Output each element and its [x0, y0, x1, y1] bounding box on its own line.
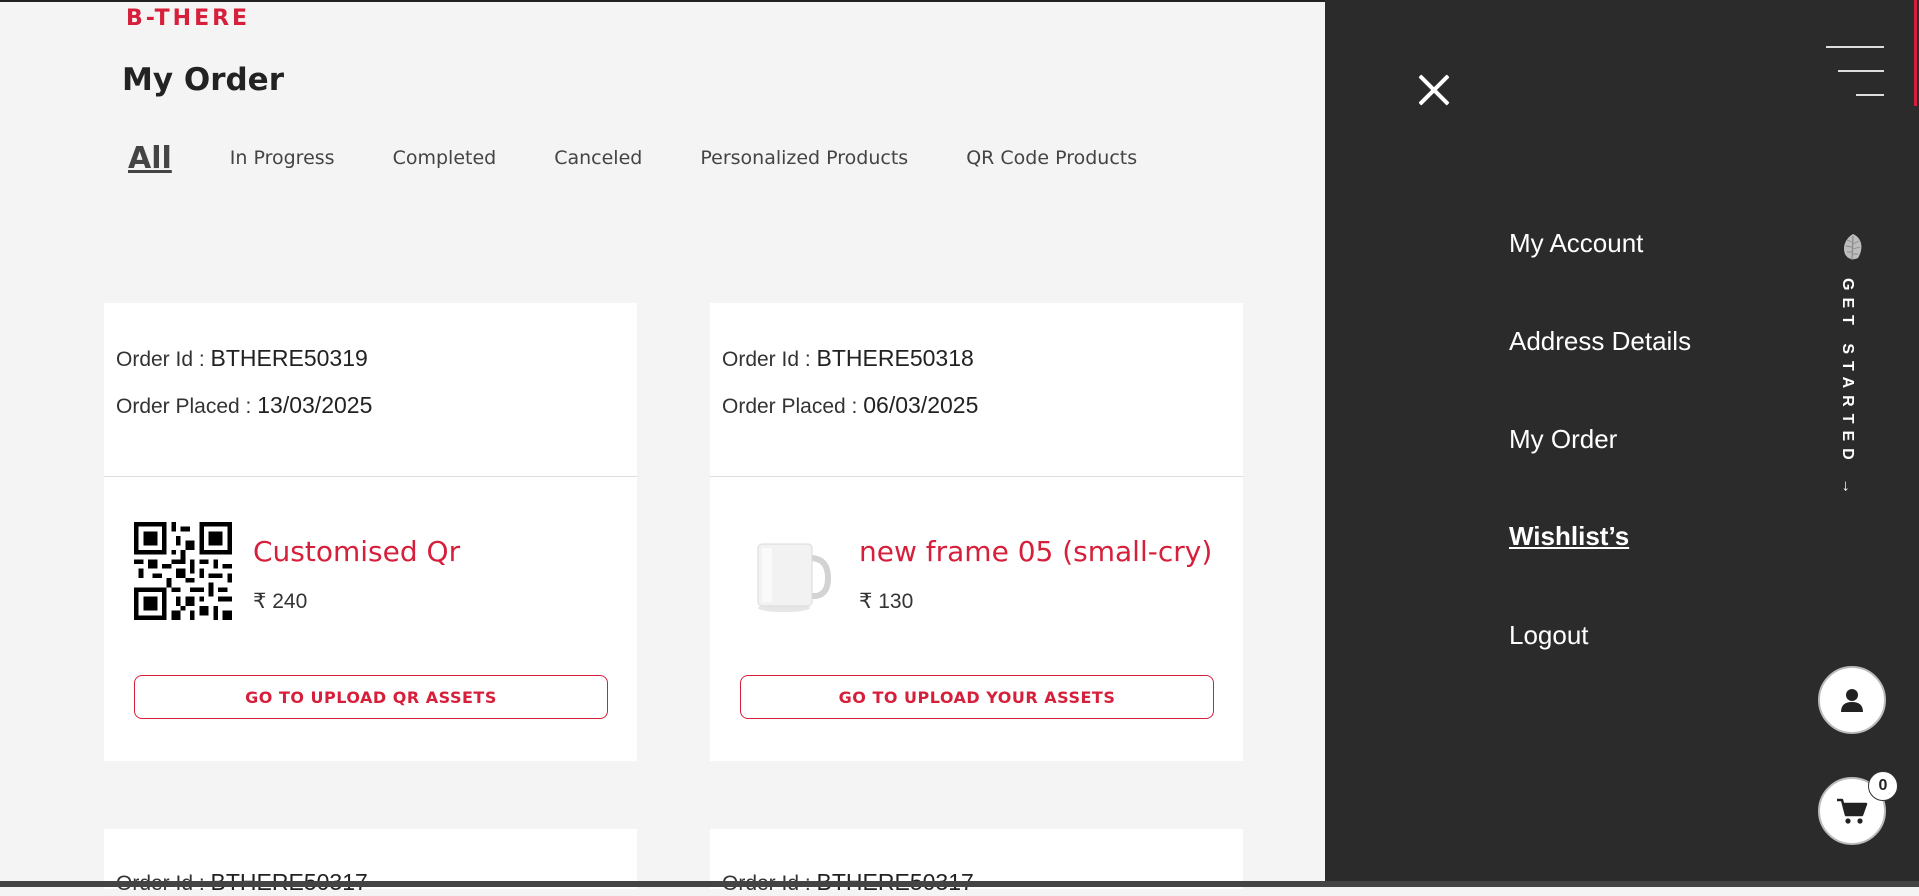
- product-price: ₹ 130: [859, 589, 913, 614]
- hamburger-menu-icon[interactable]: [1822, 44, 1884, 100]
- order-placed-date: 06/03/2025: [863, 392, 979, 418]
- order-id-value: BTHERE50319: [210, 345, 368, 371]
- side-menu-panel: [1325, 0, 1919, 887]
- page-title: My Order: [122, 62, 284, 98]
- menu-item-my-order[interactable]: My Order: [1509, 424, 1617, 455]
- profile-button[interactable]: [1818, 666, 1886, 734]
- order-id-value: BTHERE50318: [816, 345, 974, 371]
- currency-symbol: ₹: [253, 590, 267, 613]
- cart-count-badge: 0: [1868, 771, 1898, 801]
- close-icon[interactable]: [1412, 68, 1456, 112]
- order-card: Order Id : BTHERE50318 Order Placed : 06…: [710, 303, 1243, 761]
- order-filter-tabs: All In Progress Completed Canceled Perso…: [128, 138, 1195, 178]
- price-value: 240: [272, 590, 308, 613]
- tab-all[interactable]: All: [128, 141, 172, 176]
- order-card-body: new frame 05 (small-cry) ₹ 130 GO TO UPL…: [710, 477, 1243, 761]
- order-placed-label: Order Placed :: [722, 395, 858, 418]
- get-started-link[interactable]: GET STARTED →: [1838, 278, 1856, 501]
- tab-qr-code-products[interactable]: QR Code Products: [966, 147, 1137, 169]
- order-placed-line: Order Placed : 06/03/2025: [722, 392, 1243, 419]
- qr-code-thumbnail: [134, 522, 232, 620]
- order-card: Order Id : BTHERE50317: [710, 829, 1243, 895]
- bottom-border: [0, 881, 1919, 887]
- tab-completed[interactable]: Completed: [393, 147, 497, 169]
- order-placed-date: 13/03/2025: [257, 392, 373, 418]
- order-id-line: Order Id : BTHERE50319: [116, 345, 637, 372]
- mug-thumbnail: [740, 522, 838, 620]
- menu-item-address-details[interactable]: Address Details: [1509, 326, 1691, 357]
- product-name[interactable]: new frame 05 (small-cry): [859, 535, 1212, 568]
- order-id-line: Order Id : BTHERE50318: [722, 345, 1243, 372]
- user-icon: [1841, 689, 1863, 712]
- order-card-header: Order Id : BTHERE50319 Order Placed : 13…: [104, 303, 637, 477]
- leaf-icon: [1843, 234, 1862, 261]
- order-card-header: Order Id : BTHERE50317: [710, 829, 1243, 895]
- menu-item-wishlists[interactable]: Wishlist’s: [1509, 521, 1629, 552]
- tab-canceled[interactable]: Canceled: [554, 147, 642, 169]
- menu-item-logout[interactable]: Logout: [1509, 620, 1589, 651]
- order-card-body: Customised Qr ₹ 240 GO TO UPLOAD QR ASSE…: [104, 477, 637, 761]
- order-id-label: Order Id :: [116, 348, 205, 371]
- product-name[interactable]: Customised Qr: [253, 535, 460, 568]
- menu-item-my-account[interactable]: My Account: [1509, 228, 1643, 259]
- cart-icon: [1837, 798, 1868, 824]
- order-card-header: Order Id : BTHERE50317: [104, 829, 637, 895]
- brand-logo[interactable]: B-THERE: [126, 6, 250, 31]
- order-card: Order Id : BTHERE50319 Order Placed : 13…: [104, 303, 637, 761]
- scroll-indicator: [1914, 0, 1917, 106]
- upload-qr-assets-button[interactable]: GO TO UPLOAD QR ASSETS: [134, 675, 608, 719]
- upload-your-assets-button[interactable]: GO TO UPLOAD YOUR ASSETS: [740, 675, 1214, 719]
- order-card-header: Order Id : BTHERE50318 Order Placed : 06…: [710, 303, 1243, 477]
- order-card: Order Id : BTHERE50317: [104, 829, 637, 895]
- currency-symbol: ₹: [859, 590, 873, 613]
- price-value: 130: [878, 590, 914, 613]
- tab-personalized-products[interactable]: Personalized Products: [700, 147, 908, 169]
- tab-in-progress[interactable]: In Progress: [230, 147, 335, 169]
- order-placed-line: Order Placed : 13/03/2025: [116, 392, 637, 419]
- product-price: ₹ 240: [253, 589, 307, 614]
- order-id-label: Order Id :: [722, 348, 811, 371]
- order-placed-label: Order Placed :: [116, 395, 252, 418]
